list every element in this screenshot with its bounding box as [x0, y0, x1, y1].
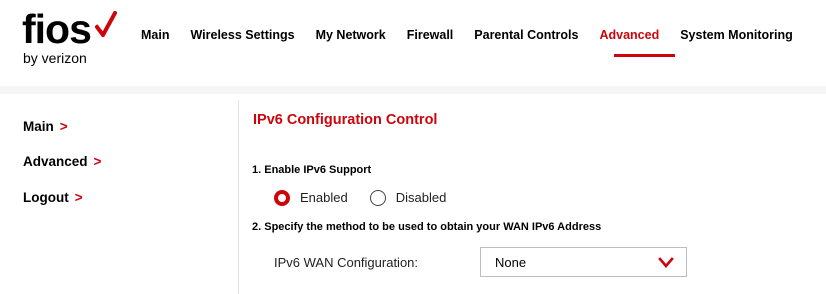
header-divider — [0, 86, 826, 94]
section-enable-ipv6-label: 1. Enable IPv6 Support — [252, 164, 372, 176]
radio-selected-icon[interactable] — [274, 190, 290, 206]
checkmark-icon — [95, 11, 117, 37]
wan-config-value: None — [495, 255, 527, 270]
sidebar: Main > Advanced > Logout > — [0, 100, 238, 294]
top-navigation: Main Wireless Settings My Network Firewa… — [141, 26, 814, 48]
active-nav-indicator — [614, 54, 675, 57]
radio-enabled-label: Enabled — [300, 190, 348, 205]
nav-firewall[interactable]: Firewall — [407, 26, 454, 48]
chevron-right-icon: > — [93, 154, 102, 169]
nav-wireless-settings[interactable]: Wireless Settings — [190, 26, 294, 48]
logo-text: fios — [22, 6, 92, 52]
wan-config-select[interactable]: None — [480, 247, 687, 277]
ipv6-support-radio-group: Enabled Disabled — [274, 189, 468, 207]
nav-system-monitoring[interactable]: System Monitoring — [680, 26, 793, 48]
sidebar-item-advanced[interactable]: Advanced > — [23, 153, 101, 171]
radio-enabled[interactable]: Enabled — [274, 190, 348, 206]
sidebar-item-label: Advanced — [23, 154, 88, 169]
nav-my-network[interactable]: My Network — [316, 26, 386, 48]
section-wan-method-label: 2. Specify the method to be used to obta… — [252, 221, 602, 233]
nav-main[interactable]: Main — [141, 26, 169, 48]
sidebar-item-logout[interactable]: Logout > — [23, 189, 83, 207]
fios-logo[interactable]: fios by verizon — [22, 6, 122, 70]
main-panel: IPv6 Configuration Control 1. Enable IPv… — [240, 100, 826, 294]
chevron-down-icon — [658, 257, 674, 268]
sidebar-item-label: Main — [23, 119, 54, 134]
radio-disabled-label: Disabled — [395, 190, 447, 205]
wan-config-label: IPv6 WAN Configuration: — [274, 255, 419, 270]
header: fios by verizon Main Wireless Settings M… — [0, 0, 826, 86]
sidebar-divider — [238, 100, 239, 294]
nav-parental-controls[interactable]: Parental Controls — [474, 26, 578, 48]
chevron-right-icon: > — [74, 190, 83, 205]
page-title: IPv6 Configuration Control — [253, 112, 438, 128]
radio-disabled[interactable]: Disabled — [369, 190, 447, 206]
chevron-right-icon: > — [59, 119, 68, 134]
sidebar-item-label: Logout — [23, 190, 69, 205]
sidebar-item-main[interactable]: Main > — [23, 118, 68, 136]
nav-advanced[interactable]: Advanced — [599, 26, 659, 48]
logo-subtext: by verizon — [23, 50, 87, 66]
radio-unselected-icon[interactable] — [369, 190, 386, 206]
